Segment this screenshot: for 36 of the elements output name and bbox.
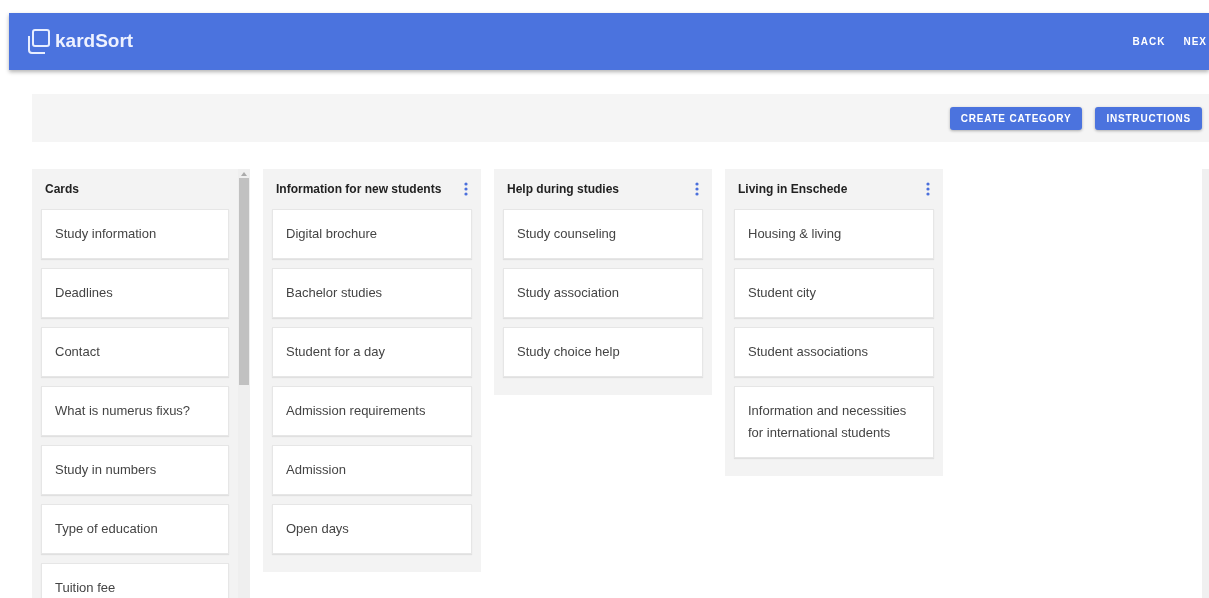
scroll-up-icon[interactable] (241, 172, 247, 176)
nav-button[interactable]: BACK (1132, 34, 1166, 49)
sort-card[interactable]: Student associations (734, 327, 934, 377)
sort-card[interactable]: Tuition fee (41, 563, 229, 598)
more-options-icon[interactable] (695, 182, 699, 196)
sort-card[interactable]: Study information (41, 209, 229, 259)
sort-card[interactable]: Type of education (41, 504, 229, 554)
sort-card[interactable]: Student city (734, 268, 934, 318)
scrollbar-thumb[interactable] (239, 178, 249, 385)
sort-card[interactable]: Information and necessities for international students (734, 386, 934, 458)
sort-card[interactable]: Open days (272, 504, 472, 554)
sort-card[interactable]: Study association (503, 268, 703, 318)
sort-card[interactable]: Student for a day (272, 327, 472, 377)
sort-card[interactable]: Study in numbers (41, 445, 229, 495)
sort-card[interactable]: Study counseling (503, 209, 703, 259)
sort-card[interactable]: Digital brochure (272, 209, 472, 259)
panel-title: Cards (44, 181, 80, 198)
logo-icon (25, 27, 51, 56)
brand-name: kardSort (55, 29, 134, 54)
sort-card[interactable]: Bachelor studies (272, 268, 472, 318)
toolbar-button[interactable]: CREATE CATEGORY (949, 106, 1083, 130)
sort-card[interactable]: What is numerus fixus? (41, 386, 229, 436)
category-title: Help during studies (507, 181, 619, 198)
category-title: Information for new students (276, 181, 442, 198)
sort-card[interactable]: Admission requirements (272, 386, 472, 436)
category-title: Living in Enschede (738, 181, 848, 198)
nav-button[interactable]: NEX (1183, 34, 1207, 49)
sort-card[interactable]: Deadlines (41, 268, 229, 318)
sort-card[interactable]: Housing & living (734, 209, 934, 259)
toolbar-button[interactable]: INSTRUCTIONS (1095, 106, 1202, 130)
more-options-icon[interactable] (464, 182, 468, 196)
sort-card[interactable]: Contact (41, 327, 229, 377)
sort-card[interactable]: Study choice help (503, 327, 703, 377)
more-options-icon[interactable] (926, 182, 930, 196)
scrollbar[interactable] (238, 169, 250, 598)
sort-card[interactable]: Admission (272, 445, 472, 495)
